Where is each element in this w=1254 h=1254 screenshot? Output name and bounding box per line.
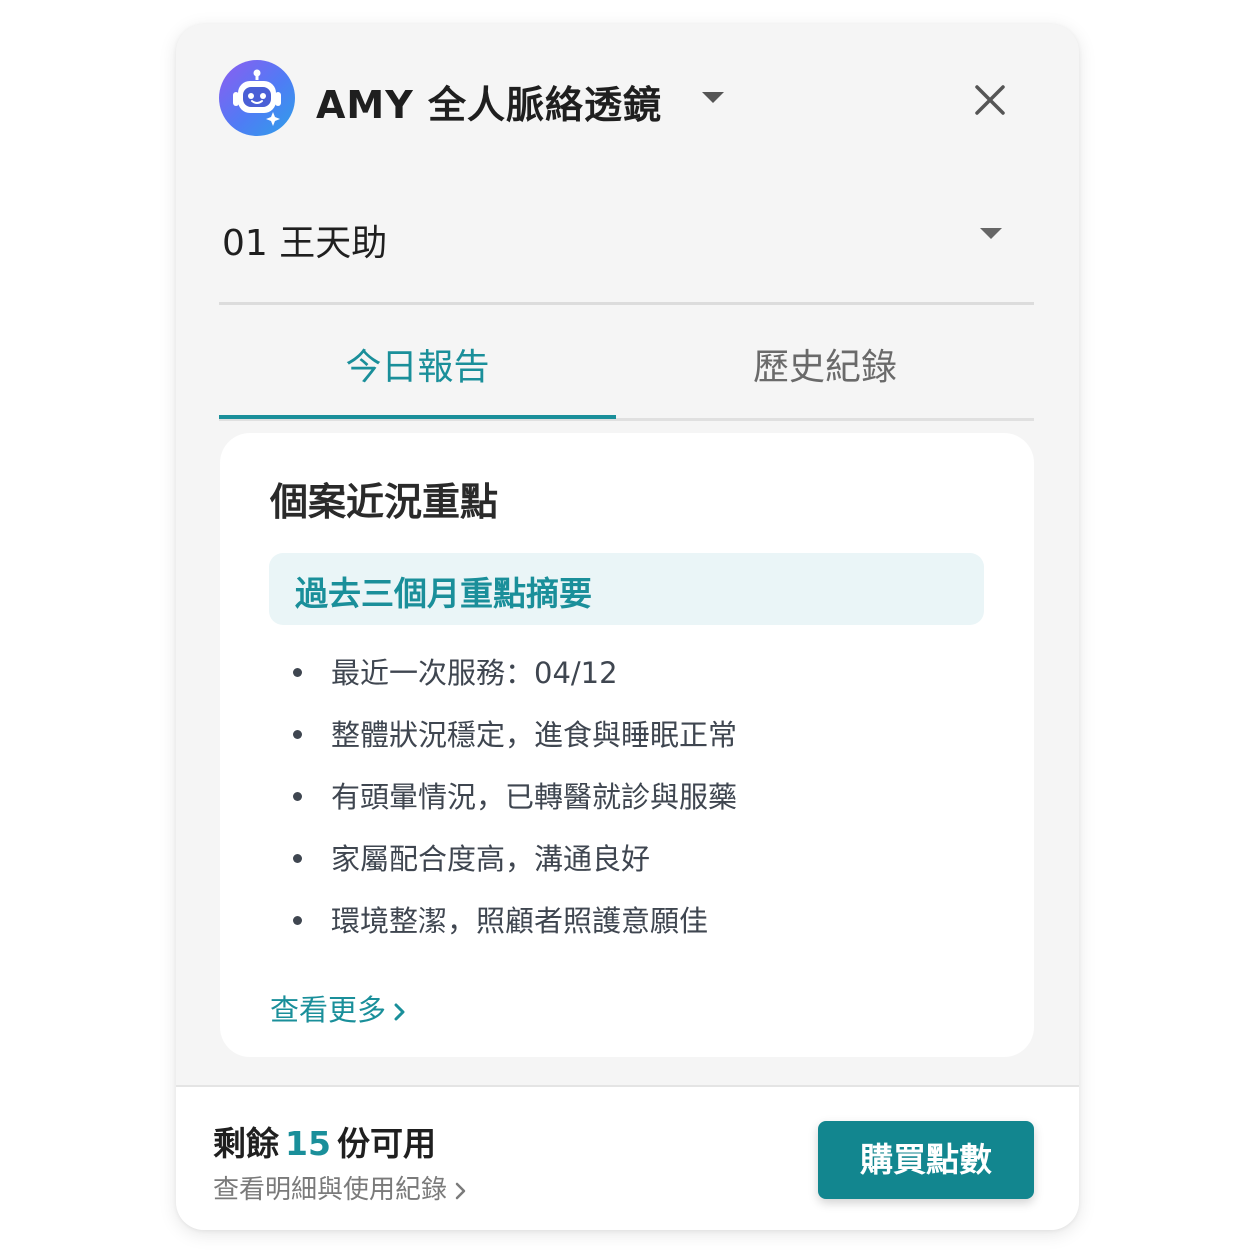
tab-today-report[interactable]: 今日報告 — [219, 334, 616, 419]
chevron-right-icon — [394, 1003, 405, 1021]
see-more-link[interactable]: 查看更多 — [270, 987, 408, 1029]
usage-detail-link[interactable]: 查看明細與使用紀錄 — [213, 1169, 469, 1206]
case-selector[interactable]: 01 王天助 — [219, 210, 1034, 305]
list-item-text: 整體狀況穩定，進食與睡眠正常 — [331, 718, 738, 752]
chevron-down-icon — [980, 228, 1002, 239]
list-item: 有頭暈情況，已轉醫就診與服藥 — [290, 775, 737, 837]
app-title: AMY 全人脈絡透鏡 — [316, 83, 662, 127]
list-item-text: 有頭暈情況，已轉醫就診與服藥 — [331, 780, 738, 814]
close-icon[interactable] — [972, 82, 1008, 118]
list-item: 最近一次服務：04/12 — [290, 651, 737, 713]
list-item-text: 環境整潔，照顧者照護意願佳 — [331, 904, 709, 938]
remain-count: 15 — [285, 1124, 331, 1163]
amy-panel: AMY 全人脈絡透鏡 01 王天助 今日報告 歷史紀錄 個案近況重點 過去三個月… — [176, 24, 1079, 1230]
remain-prefix: 剩餘 — [213, 1124, 279, 1163]
tab-history[interactable]: 歷史紀錄 — [616, 334, 1034, 418]
bullet-icon — [293, 792, 302, 801]
chevron-right-icon — [455, 1182, 466, 1199]
remain-suffix: 份可用 — [336, 1124, 436, 1163]
robot-icon — [219, 60, 295, 136]
list-item: 整體狀況穩定，進食與睡眠正常 — [290, 713, 737, 775]
buy-points-button[interactable]: 購買點數 — [818, 1121, 1034, 1199]
tab-bar: 今日報告 歷史紀錄 — [219, 334, 1034, 421]
chevron-down-icon[interactable] — [702, 92, 724, 103]
bullet-icon — [293, 730, 302, 739]
list-item-text: 最近一次服務：04/12 — [331, 656, 618, 690]
see-more-label: 查看更多 — [270, 993, 387, 1027]
footer: 剩餘 15 份可用 查看明細與使用紀錄 購買點數 — [176, 1085, 1079, 1230]
bullet-icon — [293, 854, 302, 863]
list-item: 環境整潔，照顧者照護意願佳 — [290, 899, 737, 961]
summary-label: 過去三個月重點摘要 — [295, 574, 592, 613]
case-selected-label: 01 王天助 — [222, 223, 388, 264]
list-item-text: 家屬配合度高，溝通良好 — [331, 842, 651, 876]
case-summary-card: 個案近況重點 過去三個月重點摘要 最近一次服務：04/12 整體狀況穩定，進食與… — [220, 433, 1034, 1057]
usage-detail-label: 查看明細與使用紀錄 — [213, 1175, 448, 1205]
bullet-icon — [293, 668, 302, 677]
card-title: 個案近況重點 — [270, 480, 499, 524]
remaining-credits: 剩餘 15 份可用 — [213, 1117, 436, 1165]
summary-header: 過去三個月重點摘要 — [269, 553, 984, 625]
bullet-icon — [293, 916, 302, 925]
list-item: 家屬配合度高，溝通良好 — [290, 837, 737, 899]
summary-list: 最近一次服務：04/12 整體狀況穩定，進食與睡眠正常 有頭暈情況，已轉醫就診與… — [290, 651, 737, 961]
